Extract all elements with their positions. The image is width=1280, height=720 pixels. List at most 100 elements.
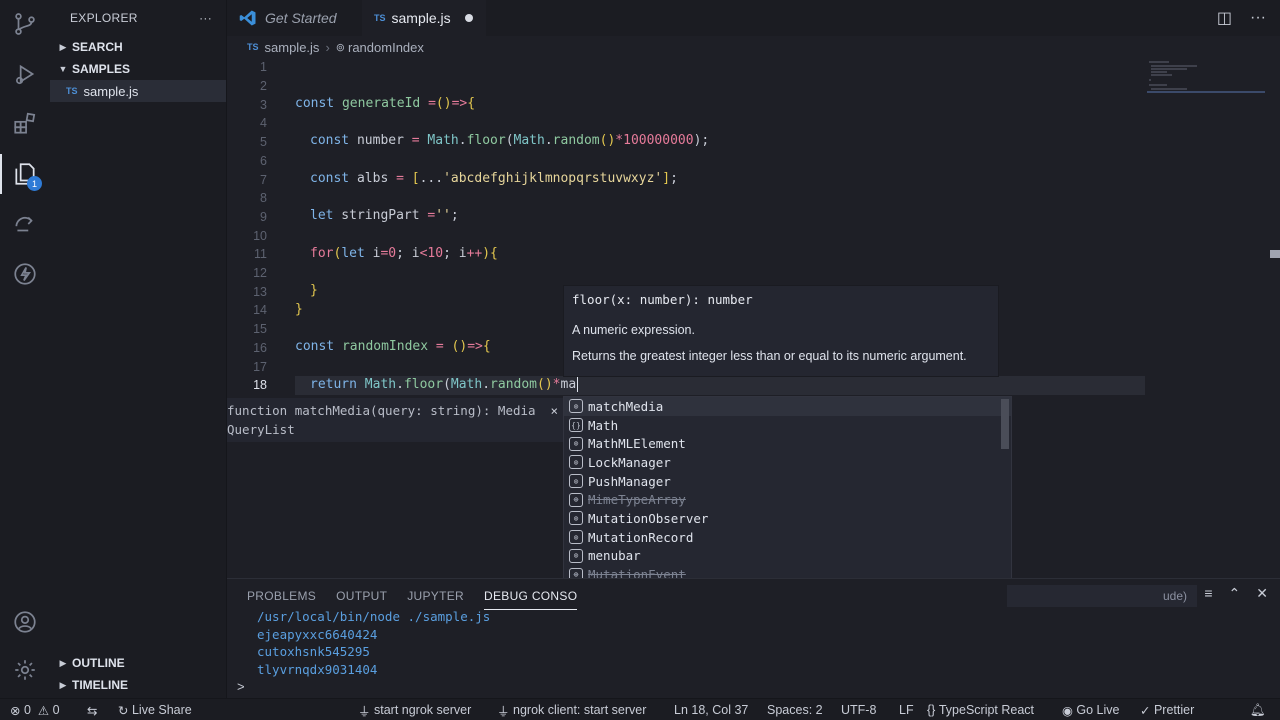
problems-status[interactable]: ⊗ 0 ⚠ 0 — [10, 699, 60, 720]
settings-gear-icon[interactable] — [0, 646, 50, 694]
line-number: 13 — [253, 284, 267, 299]
explorer-sidebar: EXPLORER ··· ▶ SEARCH ▼ SAMPLES TS sampl… — [50, 0, 227, 698]
suggest-item[interactable]: ⊚ PushManager — [564, 472, 1011, 491]
suggest-details: function matchMedia(query: string): Medi… — [227, 398, 563, 442]
line-number: 9 — [260, 209, 267, 224]
line-number-row: 10 — [227, 226, 1147, 245]
thunder-client-icon[interactable] — [0, 250, 50, 298]
suggest-item[interactable]: ⊚ matchMedia — [564, 397, 1011, 416]
section-outline-label: OUTLINE — [72, 656, 125, 670]
ngrok-server-button[interactable]: ⏚ start ngrok server — [358, 699, 471, 720]
variable-icon: ⊚ — [569, 399, 583, 414]
account-icon[interactable] — [0, 598, 50, 646]
split-editor-icon[interactable]: ◫ — [1217, 8, 1232, 28]
tab-get-started[interactable]: Get Started — [227, 0, 362, 36]
prettier-status[interactable]: ✓ Prettier — [1140, 699, 1194, 720]
maximize-panel-icon[interactable]: ⌃ — [1229, 585, 1241, 602]
ngrok-client-button[interactable]: ⏚ ngrok client: start server — [497, 699, 646, 720]
go-live-button[interactable]: ◉ Go Live — [1062, 699, 1120, 720]
suggest-item[interactable]: ⊚ LockManager — [564, 453, 1011, 472]
suggest-item-label: Math — [588, 417, 619, 433]
cursor-position[interactable]: Ln 18, Col 37 — [674, 699, 748, 720]
unsaved-dot-icon[interactable] — [464, 14, 473, 22]
line-number-row: 8 — [227, 189, 1147, 208]
suggest-item[interactable]: ⊚ MimeTypeArray — [564, 490, 1011, 509]
language-label: TypeScript React — [938, 703, 1035, 717]
line-number: 11 — [254, 247, 267, 262]
remote-explorer-icon[interactable] — [0, 200, 50, 248]
file-item-sample-js[interactable]: TS sample.js — [50, 80, 226, 102]
suggest-item[interactable]: ⊚ menubar — [564, 547, 1011, 566]
line-number: 12 — [253, 266, 267, 281]
suggest-item[interactable]: {} Math — [564, 416, 1011, 435]
status-bar: ⊗ 0 ⚠ 0 ⇆ ↻ Live Share ⏚ start ngrok ser… — [0, 698, 1280, 720]
typescript-file-icon: TS — [374, 13, 386, 23]
encoding[interactable]: UTF-8 — [841, 699, 876, 720]
editor-tabs: Get Started TS sample.js ◫ ··· — [227, 0, 1280, 36]
tab-output[interactable]: OUTPUT — [336, 589, 387, 603]
symbol-icon: ⊚ — [335, 41, 345, 54]
line-number: 15 — [253, 322, 267, 337]
suggest-item[interactable]: ⊚ MathMLElement — [564, 434, 1011, 453]
indentation[interactable]: Spaces: 2 — [767, 699, 823, 720]
suggest-item[interactable]: ⊚ MutationRecord — [564, 528, 1011, 547]
end-of-line[interactable]: LF — [899, 699, 914, 720]
variable-icon: ⊚ — [569, 530, 583, 545]
console-line: ejeapyxxc6640424 — [257, 627, 378, 642]
section-samples[interactable]: ▼ SAMPLES — [50, 58, 226, 80]
variable-icon: ⊚ — [569, 492, 583, 507]
explorer-badge: 1 — [27, 176, 42, 191]
plug-icon: ⏚ — [497, 704, 510, 719]
panel-actions: ≡ ⌃ ✕ — [1204, 585, 1268, 602]
code-line-11: for(let i=0; i<10; i++){ — [310, 246, 498, 261]
line-number: 17 — [253, 359, 267, 374]
tab-actions: ◫ ··· — [1217, 0, 1280, 36]
explorer-header: EXPLORER ··· — [50, 0, 226, 36]
section-search[interactable]: ▶ SEARCH — [50, 36, 226, 58]
suggest-scrollbar[interactable] — [1001, 399, 1009, 449]
more-actions-icon[interactable]: ··· — [199, 11, 212, 25]
error-count: 0 — [23, 703, 31, 717]
line-number-row: 4 — [227, 114, 1147, 133]
source-control-icon[interactable] — [0, 0, 50, 48]
breadcrumb-symbol[interactable]: randomIndex — [348, 40, 424, 55]
filter-input[interactable]: ude) — [1007, 585, 1197, 607]
line-number: 3 — [260, 97, 267, 112]
extensions-icon[interactable] — [0, 100, 50, 148]
tab-problems[interactable]: PROBLEMS — [247, 589, 316, 603]
variable-icon: ⊚ — [569, 436, 583, 451]
run-debug-icon[interactable] — [0, 50, 50, 98]
tab-jupyter[interactable]: JUPYTER — [407, 589, 464, 603]
variable-icon: ⊚ — [569, 455, 583, 470]
clear-console-icon[interactable]: ≡ — [1204, 585, 1212, 602]
check-icon: ✓ — [1140, 703, 1151, 718]
suggest-item-label: PushManager — [588, 473, 671, 489]
section-outline[interactable]: ▶ OUTLINE — [50, 652, 227, 674]
minimap[interactable] — [1147, 58, 1267, 118]
tab-sample-js[interactable]: TS sample.js — [362, 0, 486, 36]
hover-tooltip: floor(x: number): number A numeric expre… — [563, 285, 999, 377]
language-mode[interactable]: {} TypeScript React — [927, 699, 1034, 720]
explorer-icon[interactable]: 1 — [0, 150, 50, 198]
code-line-14: } — [295, 302, 303, 317]
bottom-panel: PROBLEMS OUTPUT JUPYTER DEBUG CONSO ude)… — [227, 578, 1280, 698]
prettier-label: Prettier — [1153, 703, 1195, 717]
suggest-item-label: MutationObserver — [588, 510, 709, 526]
more-actions-icon[interactable]: ··· — [1250, 9, 1266, 27]
notifications-bell-icon[interactable]: 🔔︎ — [1250, 699, 1266, 720]
module-icon: {} — [569, 418, 583, 433]
line-number: 7 — [260, 172, 267, 187]
remote-icon[interactable]: ⇆ — [87, 699, 97, 720]
hover-signature: floor(x: number): number — [572, 292, 753, 307]
breadcrumb-file[interactable]: sample.js — [265, 40, 320, 55]
scrollbar-marker[interactable] — [1270, 250, 1280, 258]
close-icon[interactable]: × — [550, 401, 558, 420]
variable-icon: ⊚ — [569, 474, 583, 489]
live-share-button[interactable]: ↻ Live Share — [118, 699, 192, 720]
tab-debug-console[interactable]: DEBUG CONSO — [484, 589, 578, 610]
console-prompt[interactable]: > — [237, 679, 245, 694]
suggest-item[interactable]: ⊚ MutationObserver — [564, 509, 1011, 528]
tab-label: sample.js — [391, 10, 451, 26]
section-timeline[interactable]: ▶ TIMELINE — [50, 674, 227, 696]
close-panel-icon[interactable]: ✕ — [1256, 585, 1268, 602]
